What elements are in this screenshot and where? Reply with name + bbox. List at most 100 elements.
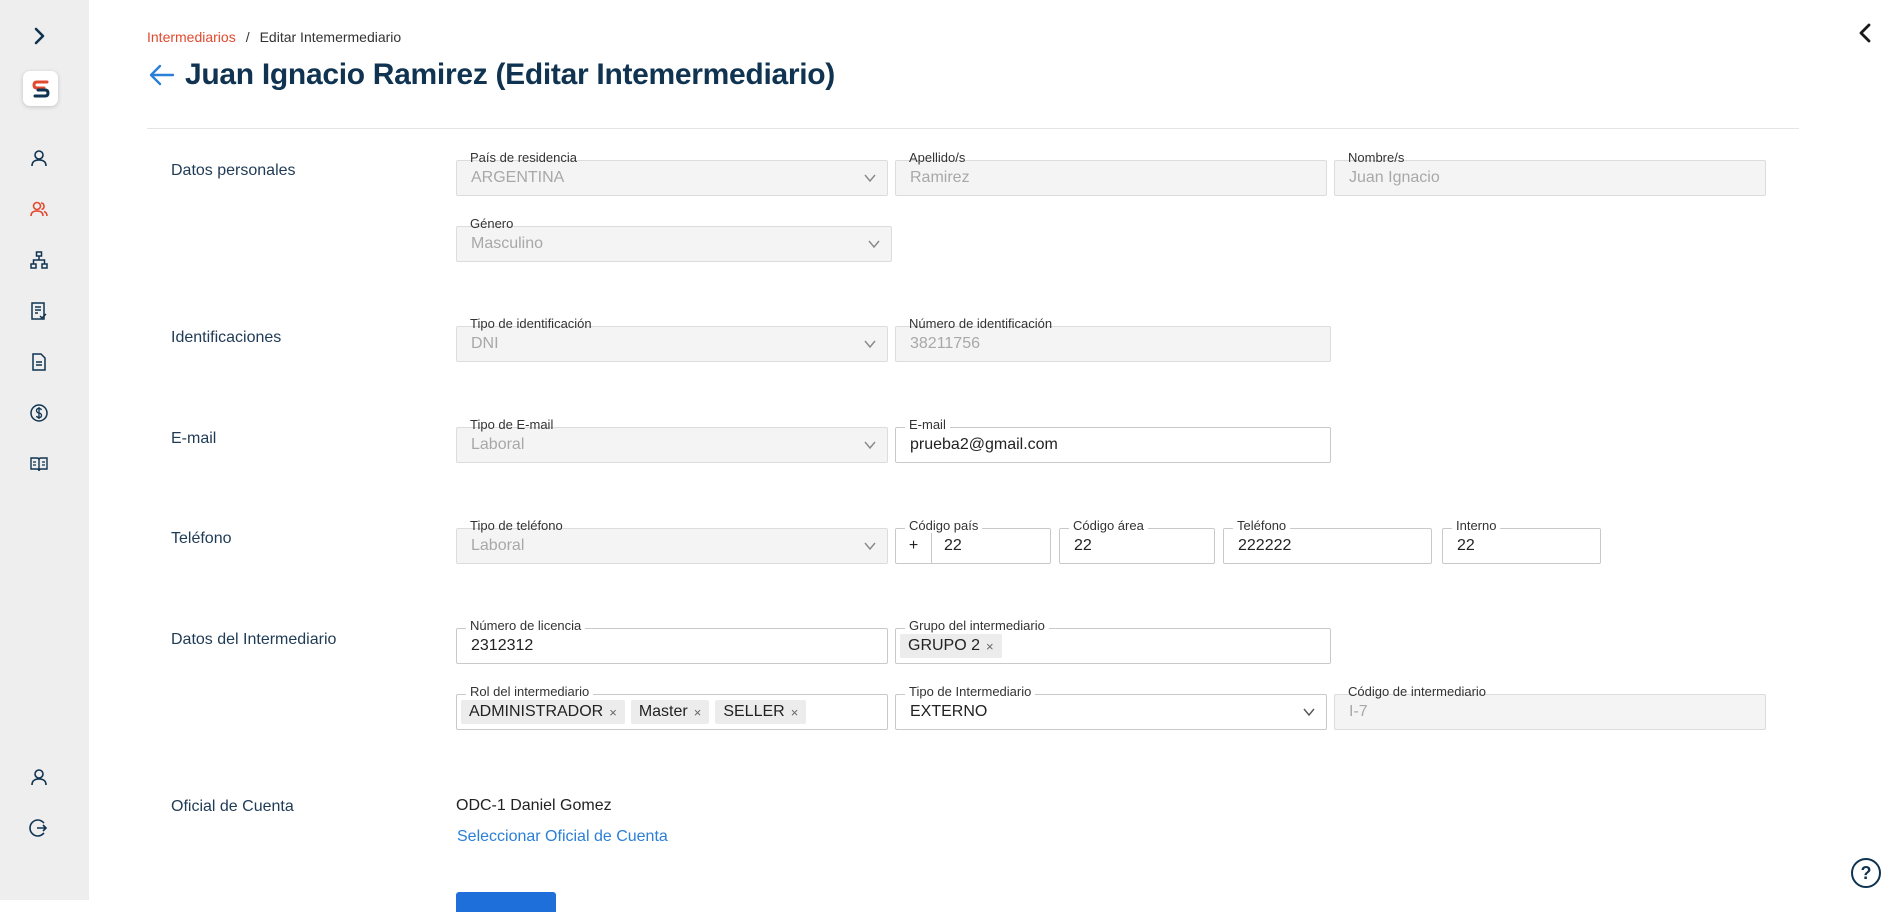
- apellido-field[interactable]: Apellido/s Ramirez: [895, 150, 1327, 196]
- telefono-value: 222222: [1238, 537, 1292, 554]
- document-check-icon: [31, 302, 47, 320]
- sidebar-item-payments[interactable]: [24, 398, 54, 428]
- num-id-field[interactable]: Número de identificación 38211756: [895, 316, 1331, 362]
- tipo-email-select[interactable]: Tipo de E-mail Laboral: [456, 417, 888, 463]
- chevron-down-icon: [868, 240, 880, 249]
- sidebar-item-organization[interactable]: [24, 245, 54, 275]
- tipo-intermediario-select[interactable]: Tipo de Intermediario EXTERNO: [895, 684, 1327, 730]
- section-personal-label: Datos personales: [171, 162, 296, 179]
- chevron-down-icon: [864, 174, 876, 183]
- logout-button[interactable]: [24, 813, 54, 843]
- tipo-id-value: DNI: [471, 335, 499, 352]
- rol-label: Rol del intermediario: [466, 684, 594, 699]
- cod-pais-prefix: +: [896, 529, 932, 563]
- sidebar-item-policies[interactable]: [24, 296, 54, 326]
- codigo-intermediario-value: I-7: [1349, 703, 1368, 720]
- collapse-panel-button[interactable]: [1853, 20, 1879, 46]
- grupo-chip: GRUPO 2 ×: [900, 634, 1002, 658]
- tipo-id-label: Tipo de identificación: [470, 316, 592, 331]
- codigo-intermediario-field[interactable]: Código de intermediario I-7: [1334, 684, 1766, 730]
- num-id-value: 38211756: [910, 335, 980, 352]
- org-chart-icon: [30, 251, 48, 269]
- title-row: Juan Ignacio Ramirez (Editar Intemermedi…: [147, 58, 835, 92]
- email-label: E-mail: [905, 417, 950, 432]
- tipo-intermediario-label: Tipo de Intermediario: [905, 684, 1036, 699]
- remove-chip-icon[interactable]: ×: [609, 705, 617, 720]
- profile-icon: [31, 769, 47, 786]
- apellido-value: Ramirez: [910, 169, 970, 186]
- rol-chip: Master ×: [630, 700, 710, 724]
- nombre-field[interactable]: Nombre/s Juan Ignacio: [1334, 150, 1766, 196]
- help-icon: ?: [1860, 862, 1872, 883]
- breadcrumb-current: Editar Intemermediario: [259, 29, 402, 45]
- chevron-down-icon: [1303, 708, 1315, 717]
- grupo-multiselect[interactable]: Grupo del intermediario GRUPO 2 ×: [895, 618, 1331, 664]
- sidebar-item-intermediarios[interactable]: [24, 194, 54, 224]
- tipo-email-label: Tipo de E-mail: [470, 417, 554, 432]
- rol-chip-label: SELLER: [723, 703, 785, 720]
- dollar-icon: [30, 404, 48, 422]
- sidebar-item-user[interactable]: [24, 143, 54, 173]
- rol-multiselect[interactable]: Rol del intermediario ADMINISTRADOR × Mas…: [456, 684, 888, 730]
- licencia-field[interactable]: Número de licencia 2312312: [456, 618, 888, 664]
- help-button[interactable]: ?: [1851, 858, 1881, 888]
- sidebar-profile-button[interactable]: [24, 762, 54, 792]
- grupo-chip-label: GRUPO 2: [908, 637, 981, 654]
- chevron-down-icon: [864, 542, 876, 551]
- logo-icon: [31, 80, 50, 97]
- cod-area-value: 22: [1074, 537, 1092, 554]
- tipo-id-select[interactable]: Tipo de identificación DNI: [456, 316, 888, 362]
- nombre-value: Juan Ignacio: [1349, 169, 1440, 186]
- nombre-label: Nombre/s: [1348, 150, 1405, 165]
- page-title: Juan Ignacio Ramirez (Editar Intemermedi…: [185, 58, 836, 91]
- chevron-down-icon: [864, 441, 876, 450]
- back-button[interactable]: [147, 60, 177, 90]
- rol-chip-label: Master: [638, 703, 688, 720]
- header-divider: [147, 128, 1799, 129]
- rol-chip-label: ADMINISTRADOR: [469, 703, 604, 720]
- email-value: prueba2@gmail.com: [910, 436, 1058, 453]
- sidebar-item-documents[interactable]: [24, 347, 54, 377]
- pais-value: ARGENTINA: [471, 169, 565, 186]
- codigo-intermediario-label: Código de intermediario: [1348, 684, 1487, 699]
- cod-area-field[interactable]: Código área 22: [1059, 518, 1215, 564]
- interno-field[interactable]: Interno 22: [1442, 518, 1601, 564]
- sidebar: [0, 0, 89, 900]
- book-icon: [30, 457, 48, 472]
- remove-chip-icon[interactable]: ×: [694, 705, 702, 720]
- section-intermediary-label: Datos del Intermediario: [171, 631, 337, 648]
- telefono-label: Teléfono: [1233, 518, 1291, 533]
- telefono-field[interactable]: Teléfono 222222: [1223, 518, 1432, 564]
- cod-pais-field[interactable]: Código país +22: [895, 518, 1051, 564]
- remove-chip-icon[interactable]: ×: [986, 639, 994, 654]
- cod-pais-label: Código país: [905, 518, 983, 533]
- remove-chip-icon[interactable]: ×: [791, 705, 799, 720]
- document-icon: [32, 353, 46, 371]
- cod-area-label: Código área: [1069, 518, 1148, 533]
- email-field[interactable]: E-mail prueba2@gmail.com: [895, 417, 1331, 463]
- users-icon: [30, 201, 48, 217]
- chevron-right-icon: [34, 27, 45, 45]
- tipo-tel-select[interactable]: Tipo de teléfono Laboral: [456, 518, 888, 564]
- cod-pais-value: 22: [944, 537, 962, 554]
- interno-label: Interno: [1452, 518, 1501, 533]
- genero-select[interactable]: Género Masculino: [456, 216, 892, 262]
- breadcrumb: Intermediarios / Editar Intemermediario: [147, 29, 401, 45]
- tipo-intermediario-value: EXTERNO: [910, 703, 988, 720]
- select-account-officer-link[interactable]: Seleccionar Oficial de Cuenta: [457, 828, 668, 846]
- licencia-value: 2312312: [471, 637, 534, 654]
- section-account-officer-label: Oficial de Cuenta: [171, 798, 294, 815]
- app-logo[interactable]: [23, 71, 58, 106]
- save-button[interactable]: [456, 892, 556, 912]
- breadcrumb-intermediarios-link[interactable]: Intermediarios: [147, 29, 236, 45]
- pais-select[interactable]: País de residencia ARGENTINA: [456, 150, 888, 196]
- tipo-tel-label: Tipo de teléfono: [470, 518, 563, 533]
- tipo-tel-value: Laboral: [471, 537, 525, 554]
- apellido-label: Apellido/s: [909, 150, 966, 165]
- sidebar-item-catalog[interactable]: [24, 449, 54, 479]
- interno-value: 22: [1457, 537, 1475, 554]
- rol-chip: ADMINISTRADOR ×: [461, 700, 625, 724]
- chevron-left-icon: [1859, 23, 1871, 43]
- genero-label: Género: [470, 216, 514, 231]
- expand-sidebar-button[interactable]: [24, 21, 54, 51]
